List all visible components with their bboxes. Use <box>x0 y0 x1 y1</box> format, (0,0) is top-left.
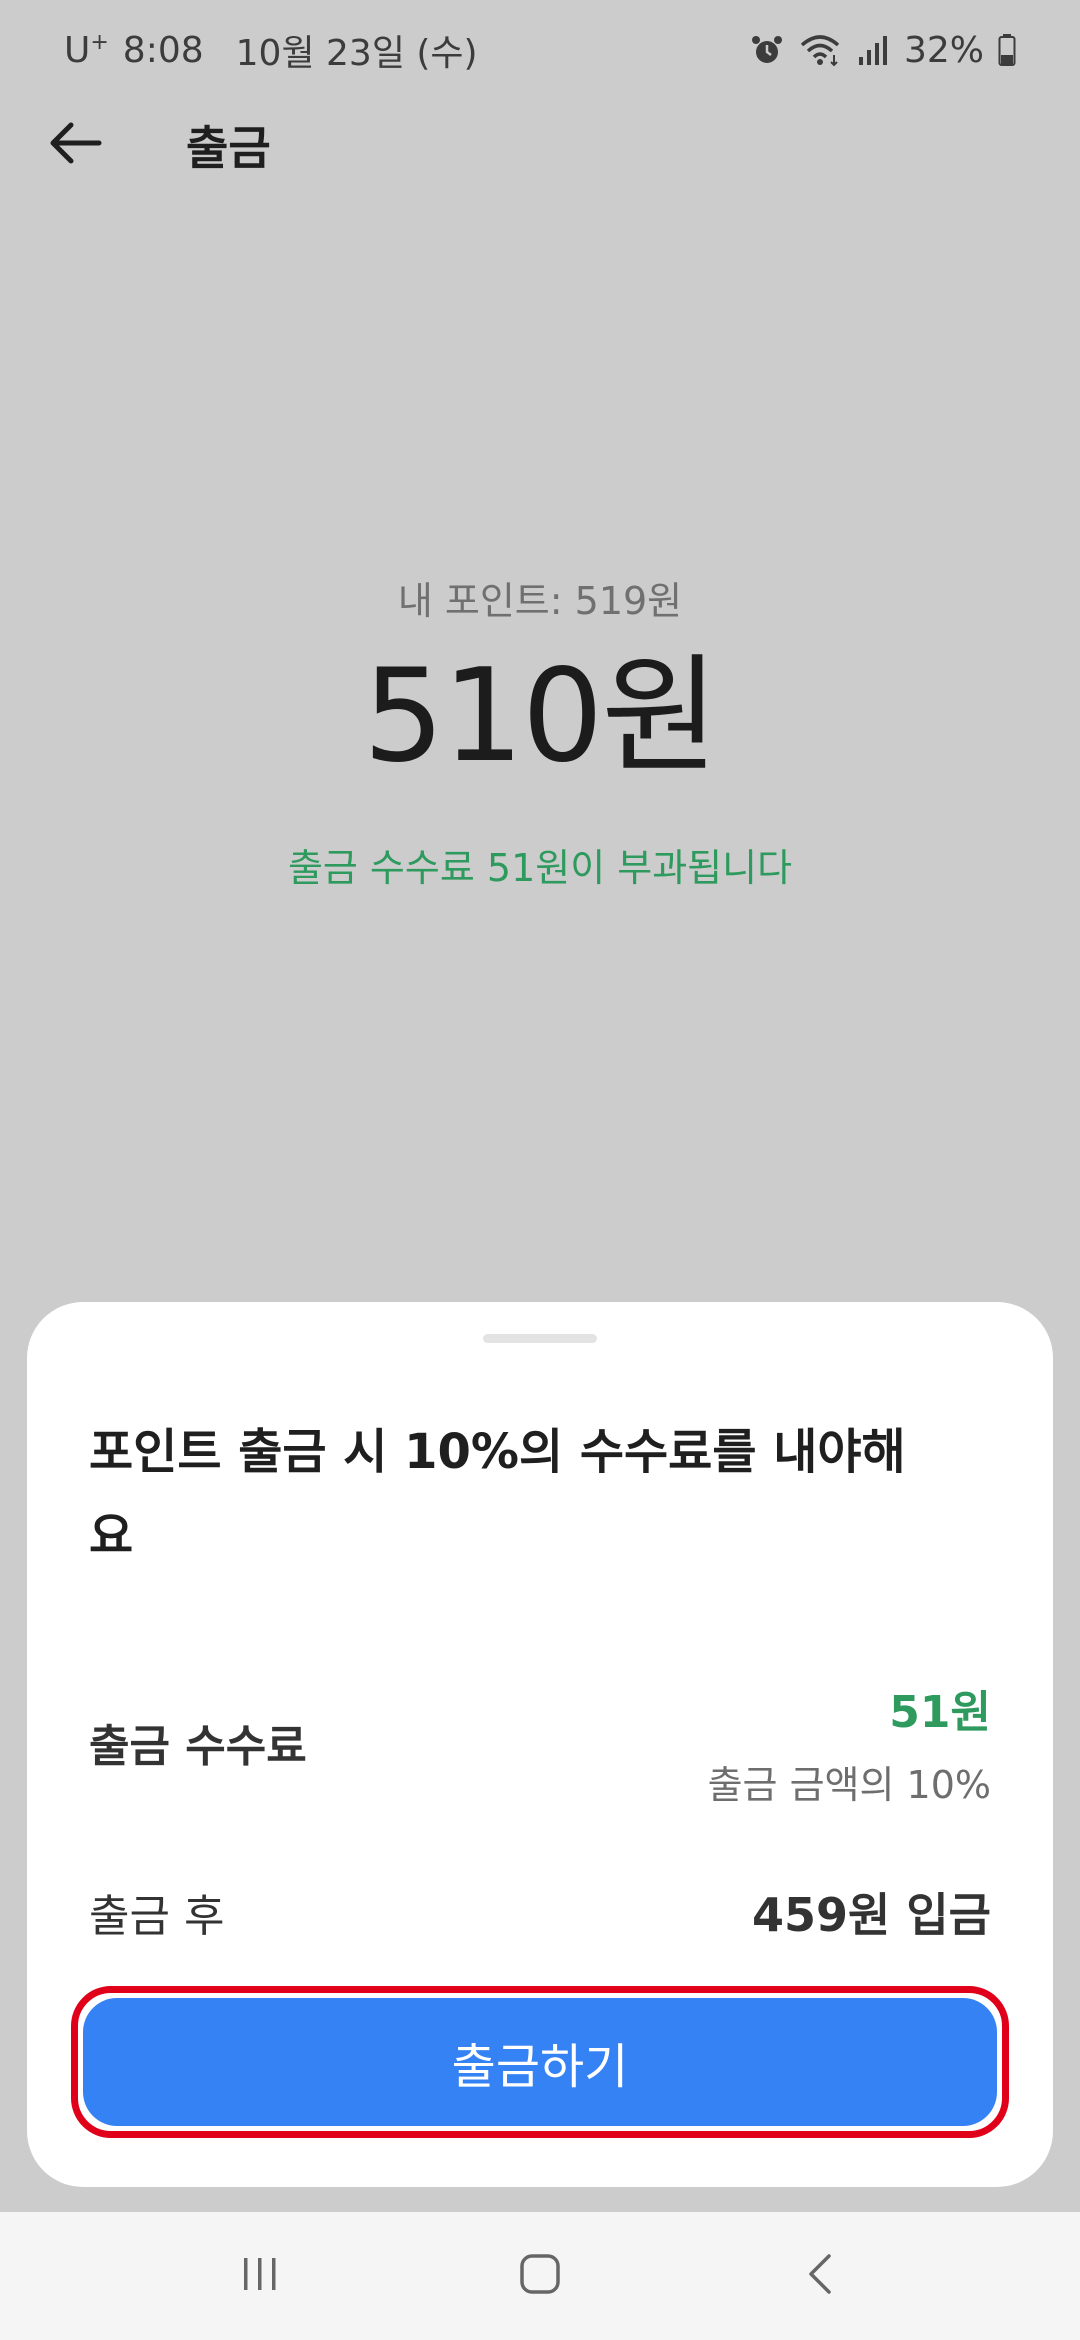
wifi-icon <box>798 33 842 67</box>
fee-notice: 출금 수수료 51원이 부과됩니다 <box>287 846 793 890</box>
back-icon <box>805 2252 835 2300</box>
amount-value[interactable]: 510원 <box>363 653 719 781</box>
status-right: 32% <box>750 30 1016 71</box>
back-arrow-icon <box>47 119 103 171</box>
battery-icon <box>998 33 1016 67</box>
status-time: 8:08 <box>122 29 204 71</box>
recent-apps-icon <box>238 2254 282 2298</box>
system-nav-bar <box>0 2212 1080 2340</box>
after-label: 출금 후 <box>89 1891 225 1942</box>
system-back-button[interactable] <box>760 2226 880 2326</box>
after-withdraw-row: 출금 후 459원 입금 <box>89 1872 991 1952</box>
alarm-icon <box>750 33 784 67</box>
fee-right: 51원 출금 금액의 10% <box>708 1676 991 1809</box>
recent-apps-button[interactable] <box>200 2226 320 2326</box>
page-title: 출금 <box>186 121 271 175</box>
signal-icon <box>856 33 890 67</box>
points-label: 내 포인트: 519원 <box>397 579 683 623</box>
withdraw-button[interactable]: 출금하기 <box>83 1998 997 2126</box>
status-bar: U+ 8:08 10월 23일 (수) 32% <box>0 0 1080 100</box>
home-icon <box>518 2252 562 2300</box>
withdraw-button-highlight: 출금하기 <box>71 1986 1009 2138</box>
app-header: 출금 <box>0 100 1080 190</box>
status-date: 10월 23일 (수) <box>235 33 478 74</box>
after-value: 459원 입금 <box>752 1888 991 1942</box>
sheet-title: 포인트 출금 시 10%의 수수료를 내야해요 <box>89 1424 906 1564</box>
back-button[interactable] <box>30 100 120 190</box>
fee-percent-note: 출금 금액의 10% <box>707 1762 991 1807</box>
sheet-drag-handle[interactable] <box>483 1334 597 1343</box>
battery-level: 32% <box>903 29 984 71</box>
status-left: U+ 8:08 10월 23일 (수) <box>64 24 478 76</box>
fee-row: 출금 수수료 51원 출금 금액의 10% <box>89 1672 991 1812</box>
amount-area: 내 포인트: 519원 510원 출금 수수료 51원이 부과됩니다 <box>0 570 1080 892</box>
home-button[interactable] <box>480 2226 600 2326</box>
fee-bottom-sheet: 포인트 출금 시 10%의 수수료를 내야해요 출금 수수료 51원 출금 금액… <box>27 1302 1053 2187</box>
fee-label: 출금 수수료 <box>89 1721 307 1772</box>
fee-amount: 51원 <box>889 1686 991 1738</box>
carrier: U+ <box>64 29 109 71</box>
